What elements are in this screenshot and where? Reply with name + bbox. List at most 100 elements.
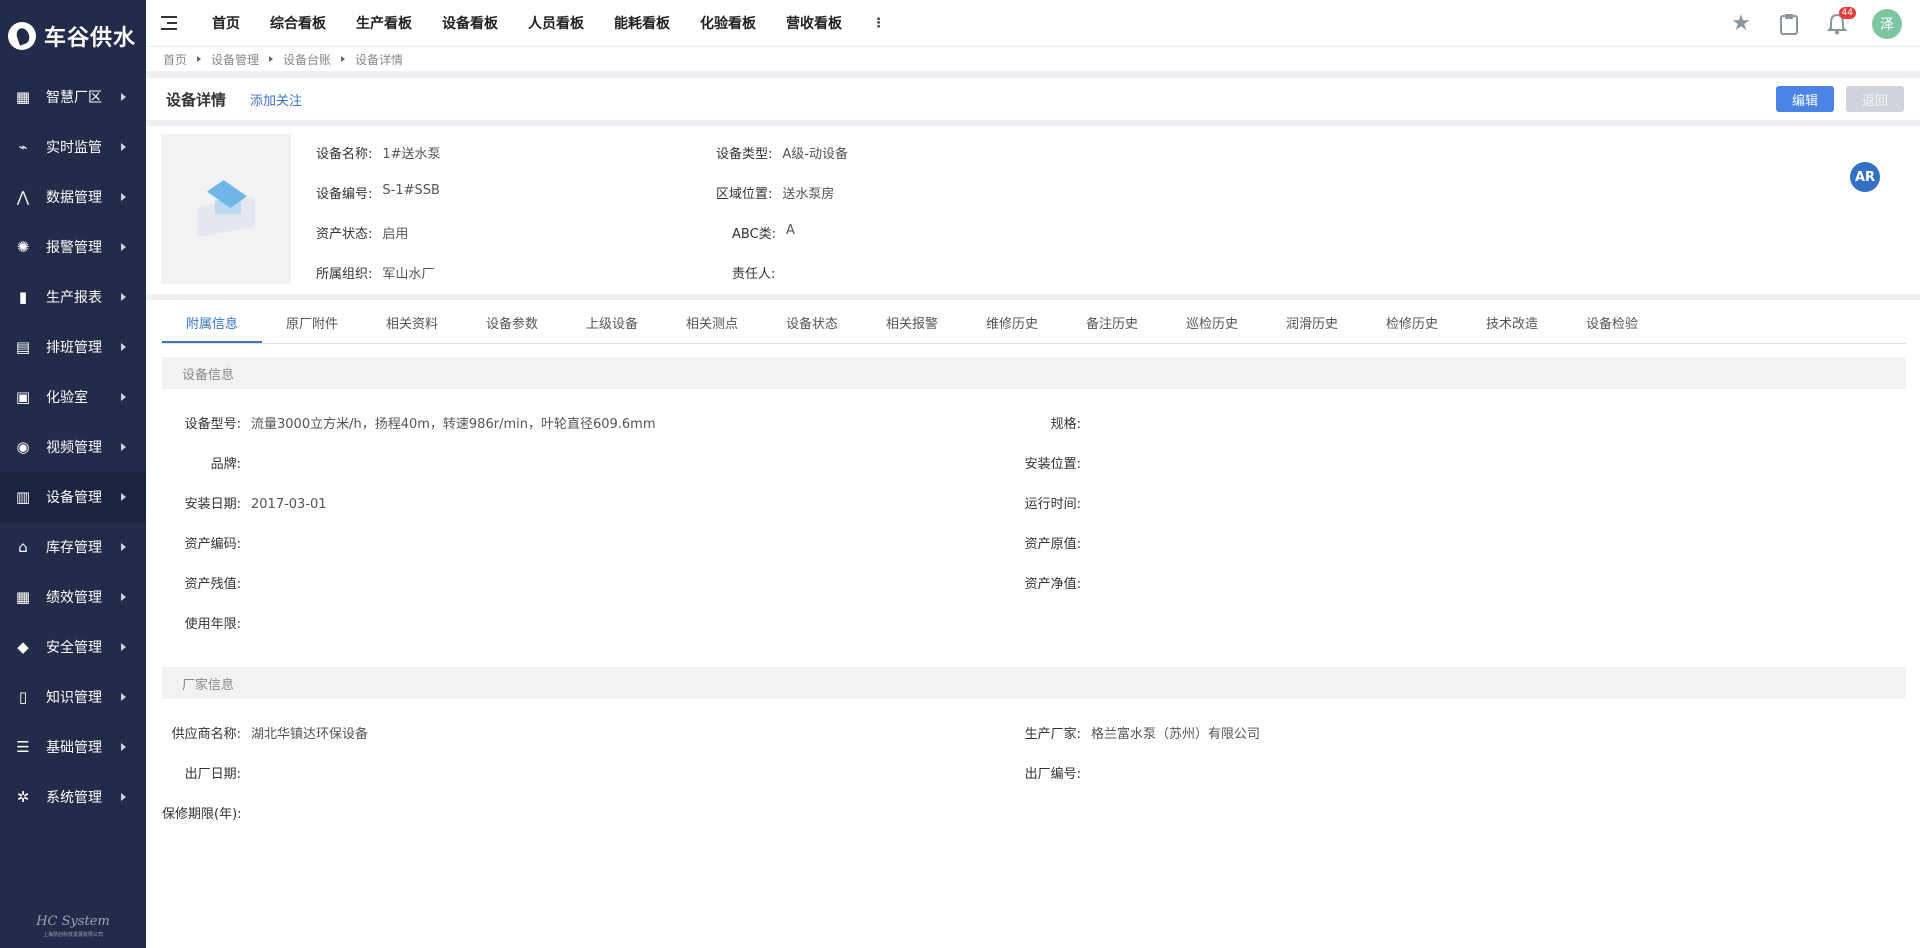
- detail-tab[interactable]: 维修历史: [962, 308, 1062, 343]
- more-tabs-icon[interactable]: ⋮: [872, 16, 885, 31]
- detail-tab[interactable]: 相关测点: [662, 308, 762, 343]
- detail-tab[interactable]: 原厂附件: [262, 308, 362, 343]
- model-label: 设备型号:: [184, 417, 241, 432]
- sidebar-item[interactable]: ▦ 智慧厂区: [0, 72, 146, 122]
- sidebar-item[interactable]: ⌂ 库存管理: [0, 522, 146, 572]
- detail-tab[interactable]: 巡检历史: [1162, 308, 1262, 343]
- breadcrumb-separator-icon: [341, 56, 346, 62]
- sidebar-item-label: 生产报表: [46, 290, 102, 306]
- detail-tab[interactable]: 相关资料: [362, 308, 462, 343]
- clipboard-icon[interactable]: [1776, 11, 1802, 37]
- equipment-summary: 设备名称: 1#送水泵 设备类型: A级-动设备 设备编号: S-1#SSB 区…: [146, 126, 1920, 294]
- detail-tab[interactable]: 技术改造: [1462, 308, 1562, 343]
- sidebar-item-label: 基础管理: [46, 740, 102, 756]
- sidebar-item[interactable]: ▤ 排班管理: [0, 322, 146, 372]
- top-actions: ★ 44 泽: [1728, 0, 1902, 47]
- top-tab[interactable]: 化验看板: [700, 13, 756, 33]
- top-tab[interactable]: 首页: [212, 13, 240, 33]
- manufacturer-field: 生产厂家: 格兰富水泵（苏州）有限公司: [1006, 726, 1260, 744]
- sidebar-item[interactable]: ⋀ 数据管理: [0, 172, 146, 222]
- shield-icon: ◆: [17, 638, 29, 656]
- install-position-label: 安装位置:: [1024, 457, 1081, 472]
- sidebar-item-label: 智慧厂区: [46, 90, 102, 106]
- caret-right-icon: [121, 643, 126, 651]
- top-tab[interactable]: 综合看板: [270, 13, 326, 33]
- detail-tab[interactable]: 设备参数: [462, 308, 562, 343]
- sidebar-item[interactable]: ▣ 化验室: [0, 372, 146, 422]
- equipment-code-value: S-1#SSB: [382, 183, 440, 198]
- equipment-area-value: 送水泵房: [782, 187, 835, 202]
- sidebar-item-label: 报警管理: [46, 240, 102, 256]
- list-icon: ☰: [16, 738, 30, 756]
- top-tab[interactable]: 营收看板: [786, 13, 842, 33]
- detail-tab[interactable]: 设备检验: [1562, 308, 1662, 343]
- sidebar-item[interactable]: ✺ 报警管理: [0, 222, 146, 272]
- sidebar-item[interactable]: ◆ 安全管理: [0, 622, 146, 672]
- sidebar: 车谷供水 ▦ 智慧厂区 ⌁ 实时监管 ⋀ 数据管理 ✺ 报警管理 ▮ 生产报表 ▤ 排班管理 ▣ 化验室 ◉…: [0, 0, 146, 948]
- sidebar-item-label: 设备管理: [46, 490, 102, 506]
- water-drop-logo-icon: [8, 22, 36, 50]
- top-tab[interactable]: 设备看板: [442, 13, 498, 33]
- sidebar-item-label: 实时监管: [46, 140, 102, 156]
- sidebar-item[interactable]: ⌁ 实时监管: [0, 122, 146, 172]
- detail-tab[interactable]: 设备状态: [762, 308, 862, 343]
- caret-right-icon: [121, 343, 126, 351]
- top-tab[interactable]: 生产看板: [356, 13, 412, 33]
- monitor-chart-icon: ▦: [15, 88, 31, 106]
- detail-tab[interactable]: 检修历史: [1362, 308, 1462, 343]
- menu-toggle-icon[interactable]: [146, 0, 194, 46]
- model-field: 设备型号: 流量3000立方米/h，扬程40m，转速986r/min，叶轮直径6…: [166, 416, 656, 434]
- breadcrumb-item: 设备详情: [355, 52, 404, 67]
- top-navbar: 首页 综合看板 生产看板 设备看板 人员看板 能耗看板 化验看板 营收看板 ⋮ ★ 44 泽: [146, 0, 1920, 47]
- equipment-abc-label: ABC类:: [732, 227, 777, 242]
- breadcrumb-separator-icon: [197, 56, 202, 62]
- ar-view-button[interactable]: AR: [1850, 162, 1880, 192]
- bell-icon[interactable]: 44: [1824, 6, 1856, 37]
- back-button[interactable]: 返回: [1846, 86, 1904, 112]
- add-follow-link[interactable]: 添加关注: [250, 90, 302, 109]
- sidebar-item[interactable]: ▮ 生产报表: [0, 272, 146, 322]
- top-tab[interactable]: 能耗看板: [614, 13, 670, 33]
- detail-tab[interactable]: 备注历史: [1062, 308, 1162, 343]
- original-value-field: 资产原值:: [1006, 536, 1091, 554]
- sidebar-item[interactable]: ✲ 系统管理: [0, 772, 146, 822]
- star-icon[interactable]: ★: [1728, 11, 1754, 37]
- sidebar-item-label: 排班管理: [46, 340, 102, 356]
- page-title: 设备详情: [166, 90, 227, 109]
- detail-tab[interactable]: 上级设备: [562, 308, 662, 343]
- user-avatar[interactable]: 泽: [1872, 8, 1902, 39]
- sidebar-item[interactable]: ☰ 基础管理: [0, 722, 146, 772]
- equipment-org-label: 所属组织:: [316, 267, 373, 282]
- equipment-type-row: 设备类型: A级-动设备: [716, 143, 848, 162]
- sidebar-item[interactable]: ▦ 绩效管理: [0, 572, 146, 622]
- asset-code-label: 资产编码:: [184, 537, 241, 552]
- manufacturer-label: 生产厂家:: [1024, 727, 1081, 742]
- equipment-status-value: 启用: [382, 227, 409, 242]
- install-date-label: 安装日期:: [184, 497, 241, 512]
- caret-right-icon: [121, 93, 126, 101]
- line-trend-icon: ⋀: [16, 188, 30, 206]
- equipment-owner-row: 责任人:: [732, 263, 785, 282]
- breadcrumb-item[interactable]: 设备台账: [283, 51, 331, 68]
- camera-icon: ◉: [16, 438, 30, 456]
- detail-tab[interactable]: 相关报警: [862, 308, 962, 343]
- net-value-field: 资产净值:: [1006, 576, 1091, 594]
- supplier-value: 湖北华镇达环保设备: [251, 727, 369, 742]
- sidebar-item[interactable]: ▯ 知识管理: [0, 672, 146, 722]
- equipment-type-value: A级-动设备: [782, 147, 848, 162]
- sidebar-item[interactable]: ▥ 设备管理: [0, 472, 146, 522]
- equipment-abc-row: ABC类: A: [732, 223, 795, 242]
- top-tab[interactable]: 人员看板: [528, 13, 584, 33]
- detail-tab[interactable]: 润滑历史: [1262, 308, 1362, 343]
- warranty-field: 保修期限(年):: [162, 806, 252, 824]
- edit-button[interactable]: 编辑: [1776, 86, 1834, 112]
- app-logo[interactable]: 车谷供水: [0, 0, 146, 72]
- breadcrumb-item[interactable]: 设备管理: [211, 51, 259, 68]
- sidebar-item[interactable]: ◉ 视频管理: [0, 422, 146, 472]
- detail-tab[interactable]: 附属信息: [162, 308, 262, 343]
- equipment-area-row: 区域位置: 送水泵房: [716, 183, 834, 202]
- equipment-org-row: 所属组织: 军山水厂: [316, 263, 434, 282]
- dashboard-tabs: 首页 综合看板 生产看板 设备看板 人员看板 能耗看板 化验看板 营收看板: [212, 13, 872, 33]
- vendor-info-title: 厂家信息: [182, 677, 235, 693]
- breadcrumb-item[interactable]: 首页: [163, 51, 187, 68]
